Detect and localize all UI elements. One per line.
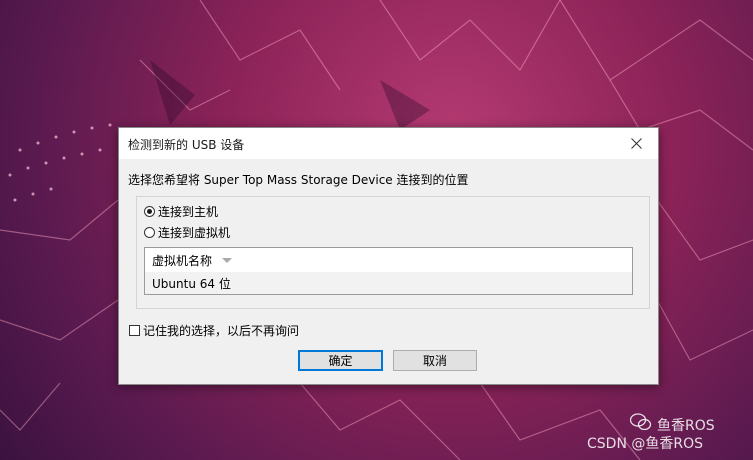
watermark-account: 鱼香ROS [657, 418, 715, 434]
cancel-button[interactable]: 取消 [393, 350, 477, 371]
option-host-label: 连接到主机 [158, 205, 219, 219]
dialog-title: 检测到新的 USB 设备 [128, 138, 245, 152]
sort-down-icon [222, 257, 233, 263]
remember-checkbox[interactable] [129, 325, 140, 336]
option-vm-label: 连接到虚拟机 [158, 226, 231, 240]
radio-host[interactable] [144, 206, 155, 217]
close-icon [630, 138, 642, 149]
remember-label: 记住我的选择，以后不再询问 [143, 324, 300, 338]
close-button[interactable] [614, 128, 658, 159]
option-connect-vm[interactable]: 连接到虚拟机 [144, 224, 230, 241]
watermark-source: CSDN @鱼香ROS [587, 436, 703, 452]
dialog-titlebar[interactable]: 检测到新的 USB 设备 [119, 128, 658, 159]
wechat-icon [630, 413, 652, 431]
list-item[interactable]: Ubuntu 64 位 [145, 272, 632, 294]
vm-list-header[interactable]: 虚拟机名称 [145, 248, 632, 272]
vm-item-label: Ubuntu 64 位 [152, 276, 231, 291]
vm-name-column-header: 虚拟机名称 [152, 253, 213, 268]
option-connect-host[interactable]: 连接到主机 [144, 203, 218, 220]
connect-prompt: 选择您希望将 Super Top Mass Storage Device 连接到… [128, 173, 469, 187]
connection-options-group: 连接到主机 连接到虚拟机 虚拟机名称 Ubuntu 64 位 [136, 196, 650, 309]
ok-button[interactable]: 确定 [298, 350, 383, 371]
vm-list[interactable]: 虚拟机名称 Ubuntu 64 位 [144, 247, 633, 295]
remember-choice[interactable]: 记住我的选择，以后不再询问 [129, 322, 299, 339]
usb-device-dialog: 检测到新的 USB 设备 选择您希望将 Super Top Mass Stora… [118, 127, 659, 385]
radio-vm[interactable] [144, 227, 155, 238]
